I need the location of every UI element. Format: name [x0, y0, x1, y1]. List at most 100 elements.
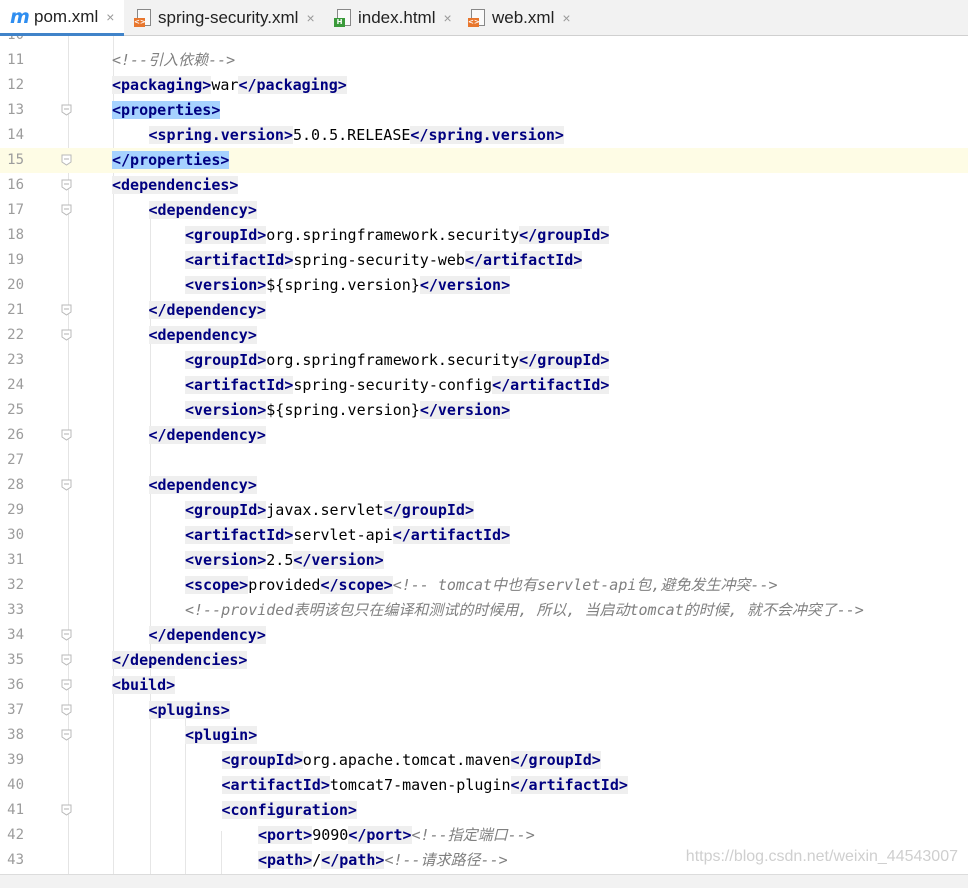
code-text: <plugin>	[185, 723, 258, 748]
code-line[interactable]: 23 <groupId>org.springframework.security<…	[0, 348, 968, 373]
code-line[interactable]: 30 <artifactId>servlet-api</artifactId>	[0, 523, 968, 548]
xml-tag: </dependency>	[148, 626, 266, 644]
tab-spring-security-xml[interactable]: <> spring-security.xml ×	[124, 0, 326, 36]
code-text: <dependency>	[148, 198, 257, 223]
code-line[interactable]: 16 <dependencies>	[0, 173, 968, 198]
xml-text: ${spring.version}	[266, 401, 420, 419]
xml-text: 5.0.5.RELEASE	[293, 126, 411, 144]
code-text: <artifactId>spring-security-config</arti…	[185, 373, 610, 398]
fold-marker-icon[interactable]	[61, 204, 72, 216]
code-line[interactable]: 25 <version>${spring.version}</version>	[0, 398, 968, 423]
xml-text: 2.5	[266, 551, 294, 569]
code-line[interactable]: 19 <artifactId>spring-security-web</artif…	[0, 248, 968, 273]
code-text: <version>2.5</version>	[185, 548, 384, 573]
close-icon[interactable]: ×	[562, 10, 570, 26]
fold-marker-icon[interactable]	[61, 329, 72, 341]
close-icon[interactable]: ×	[306, 10, 314, 26]
fold-marker-icon[interactable]	[61, 104, 72, 116]
line-number: 11	[7, 52, 24, 68]
code-line[interactable]: 21 </dependency>	[0, 298, 968, 323]
code-line[interactable]: 24 <artifactId>spring-security-config</ar…	[0, 373, 968, 398]
fold-marker-icon[interactable]	[61, 704, 72, 716]
code-line[interactable]: 15 </properties>	[0, 148, 968, 173]
code-line[interactable]: 36 <build>	[0, 673, 968, 698]
code-text: <artifactId>spring-security-web</artifac…	[185, 248, 583, 273]
code-line[interactable]: 11 <!--引入依赖-->	[0, 48, 968, 73]
close-icon[interactable]: ×	[106, 9, 114, 25]
line-number: 39	[7, 752, 24, 768]
code-line[interactable]: 27	[0, 448, 968, 473]
code-line[interactable]: 41 <configuration>	[0, 798, 968, 823]
code-line[interactable]: 38 <plugin>	[0, 723, 968, 748]
code-text: <groupId>org.apache.tomcat.maven</groupI…	[221, 748, 601, 773]
code-line[interactable]: 17 <dependency>	[0, 198, 968, 223]
fold-marker-icon[interactable]	[61, 304, 72, 316]
code-line[interactable]: 26 </dependency>	[0, 423, 968, 448]
fold-marker-icon[interactable]	[61, 179, 72, 191]
code-line[interactable]: 40 <artifactId>tomcat7-maven-plugin</arti…	[0, 773, 968, 798]
code-line[interactable]: 37 <plugins>	[0, 698, 968, 723]
fold-marker-icon[interactable]	[61, 679, 72, 691]
close-icon[interactable]: ×	[443, 10, 451, 26]
tab-web-xml[interactable]: <> web.xml ×	[460, 0, 580, 36]
xml-comment: <!--引入依赖-->	[112, 51, 236, 69]
xml-tag: <build>	[112, 676, 176, 694]
fold-marker-icon[interactable]	[61, 804, 72, 816]
line-number: 29	[7, 502, 24, 518]
xml-tag: </dependencies>	[112, 651, 248, 669]
code-line[interactable]: 42 <port>9090</port><!--指定端口-->	[0, 823, 968, 848]
line-number: 13	[7, 102, 24, 118]
code-line[interactable]: 18 <groupId>org.springframework.security<…	[0, 223, 968, 248]
fold-marker-icon[interactable]	[61, 654, 72, 666]
xml-tag: </artifactId>	[492, 376, 610, 394]
xml-comment: <!--provided表明该包只在编译和测试的时候用, 所以, 当启动tomc…	[185, 601, 864, 619]
line-number: 26	[7, 427, 24, 443]
code-line[interactable]: 29 <groupId>javax.servlet</groupId>	[0, 498, 968, 523]
horizontal-scrollbar[interactable]	[0, 874, 968, 888]
line-number: 41	[7, 802, 24, 818]
fold-marker-icon[interactable]	[61, 429, 72, 441]
xml-text: provided	[248, 576, 321, 594]
line-number: 42	[7, 827, 24, 843]
code-line[interactable]: 13 <properties>	[0, 98, 968, 123]
code-line[interactable]: 22 <dependency>	[0, 323, 968, 348]
code-line[interactable]: 28 <dependency>	[0, 473, 968, 498]
line-number: 15	[7, 152, 24, 168]
line-number: 18	[7, 227, 24, 243]
xml-text: /	[312, 851, 322, 869]
code-text: <dependency>	[148, 473, 257, 498]
xml-tag: <path>	[258, 851, 313, 869]
xml-tag: </artifactId>	[392, 526, 511, 544]
code-line[interactable]: 35 </dependencies>	[0, 648, 968, 673]
line-number: 17	[7, 202, 24, 218]
code-line[interactable]: 33 <!--provided表明该包只在编译和测试的时候用, 所以, 当启动to…	[0, 598, 968, 623]
code-line[interactable]: 10	[0, 36, 968, 48]
fold-marker-icon[interactable]	[61, 154, 72, 166]
code-line[interactable]: 20 <version>${spring.version}</version>	[0, 273, 968, 298]
code-text: <dependency>	[148, 323, 257, 348]
fold-marker-icon[interactable]	[61, 629, 72, 641]
code-text: <scope>provided</scope><!-- tomcat中也有ser…	[185, 573, 778, 598]
code-text: <dependencies>	[112, 173, 239, 198]
line-number: 22	[7, 327, 24, 343]
line-number: 34	[7, 627, 24, 643]
code-line[interactable]: 32 <scope>provided</scope><!-- tomcat中也有s…	[0, 573, 968, 598]
tab-index-html[interactable]: H index.html ×	[326, 0, 460, 36]
line-number: 40	[7, 777, 24, 793]
line-number: 24	[7, 377, 24, 393]
fold-marker-icon[interactable]	[61, 479, 72, 491]
fold-marker-icon[interactable]	[61, 729, 72, 741]
code-line[interactable]: 12 <packaging>war</packaging>	[0, 73, 968, 98]
tab-pom-xml[interactable]: m pom.xml ×	[0, 0, 124, 36]
code-line[interactable]: 34 </dependency>	[0, 623, 968, 648]
line-number: 28	[7, 477, 24, 493]
code-editor[interactable]: 10 11 <!--引入依赖--> 12 <packaging>war</packagi…	[0, 36, 968, 874]
code-line[interactable]: 14 <spring.version>5.0.5.RELEASE</spring.…	[0, 123, 968, 148]
xml-text: javax.servlet	[266, 501, 384, 519]
code-line[interactable]: 39 <groupId>org.apache.tomcat.maven</grou…	[0, 748, 968, 773]
xml-tag: </scope>	[320, 576, 393, 594]
code-line[interactable]: 31 <version>2.5</version>	[0, 548, 968, 573]
xml-text: tomcat7-maven-plugin	[329, 776, 511, 794]
xml-text: ${spring.version}	[266, 276, 420, 294]
xml-tag: </groupId>	[519, 351, 610, 369]
